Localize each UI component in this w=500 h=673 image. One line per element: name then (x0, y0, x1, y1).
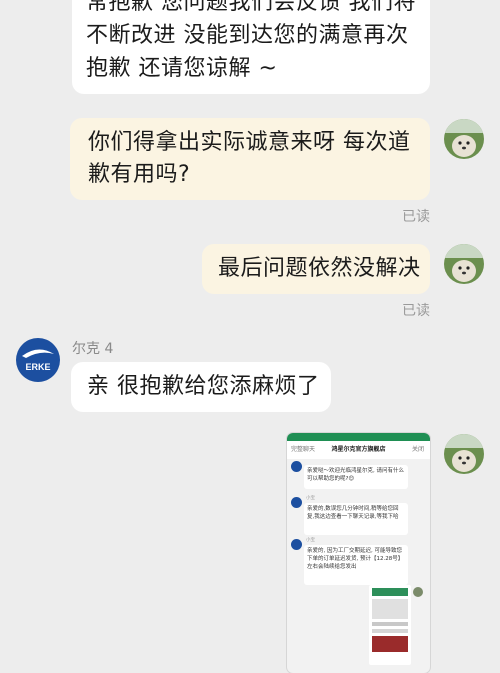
mini-bubble: 亲爱的, 因为工厂交期延迟, 可能导致您下单的订单延迟发货, 预计【12.28号… (304, 545, 408, 585)
product-image (372, 636, 408, 652)
dog-icon (444, 244, 484, 284)
product-line (372, 622, 408, 626)
message-text: 歉有用吗? (88, 162, 191, 187)
store-avatar[interactable]: ERKE (16, 338, 60, 382)
product-line (372, 629, 408, 633)
mini-sender-avatar (413, 587, 423, 597)
erke-logo-icon: ERKE (22, 349, 54, 372)
mini-avatar (291, 461, 302, 472)
message-bubble-self[interactable]: 最后问题依然没解决 (202, 244, 430, 294)
message-text: 抱歉 还请您谅解 ~ (86, 56, 278, 81)
product-image (372, 599, 408, 619)
mini-avatar (291, 539, 302, 550)
message-text: 常抱歉 您问题我们会反馈 我们将 (86, 0, 416, 15)
mini-product-card (369, 585, 411, 665)
read-status: 已读 (402, 303, 430, 319)
user-avatar[interactable] (444, 434, 484, 474)
mini-agent-name: 小宝 (306, 538, 315, 543)
mini-bubble: 亲爱的,数误您几分钟时间,稍等给您回复,我这边查看一下聊天记录,等我下哈 (304, 503, 408, 535)
screenshot-close: 关闭 (411, 446, 424, 453)
image-message[interactable]: 完整聊天 鸿星尔克官方旗舰店 关闭 亲爱哒～欢迎光临鸿星尔克, 请问有什么可以帮… (287, 433, 430, 673)
read-status: 已读 (402, 209, 430, 225)
mini-bubble: 亲爱哒～欢迎光临鸿星尔克, 请问有什么可以帮助您的呢?😊 (304, 465, 408, 489)
message-bubble-store[interactable]: 亲 很抱歉给您添麻烦了 (71, 362, 331, 412)
message-bubble-store[interactable]: 常抱歉 您问题我们会反馈 我们将 不断改进 没能到达您的满意再次 抱歉 还请您谅… (72, 0, 430, 94)
message-text: 亲 很抱歉给您添麻烦了 (87, 374, 320, 399)
message-text: 最后问题依然没解决 (218, 256, 421, 281)
dog-icon (444, 119, 484, 159)
product-banner (372, 588, 408, 596)
mini-avatar (291, 497, 302, 508)
message-bubble-self[interactable]: 你们得拿出实际诚意来呀 每次道 歉有用吗? (70, 118, 430, 200)
sender-name: 尔克 4 (72, 341, 114, 357)
dog-icon (444, 434, 484, 474)
screenshot-title: 鸿星尔克官方旗舰店 (331, 446, 386, 453)
user-avatar[interactable] (444, 244, 484, 284)
user-avatar[interactable] (444, 119, 484, 159)
svg-text:ERKE: ERKE (25, 362, 50, 372)
screenshot-header: 完整聊天 鸿星尔克官方旗舰店 关闭 (287, 441, 430, 459)
mini-agent-name: 小宝 (306, 496, 315, 501)
message-text: 你们得拿出实际诚意来呀 每次道 (88, 130, 411, 155)
message-text: 不断改进 没能到达您的满意再次 (86, 23, 409, 48)
